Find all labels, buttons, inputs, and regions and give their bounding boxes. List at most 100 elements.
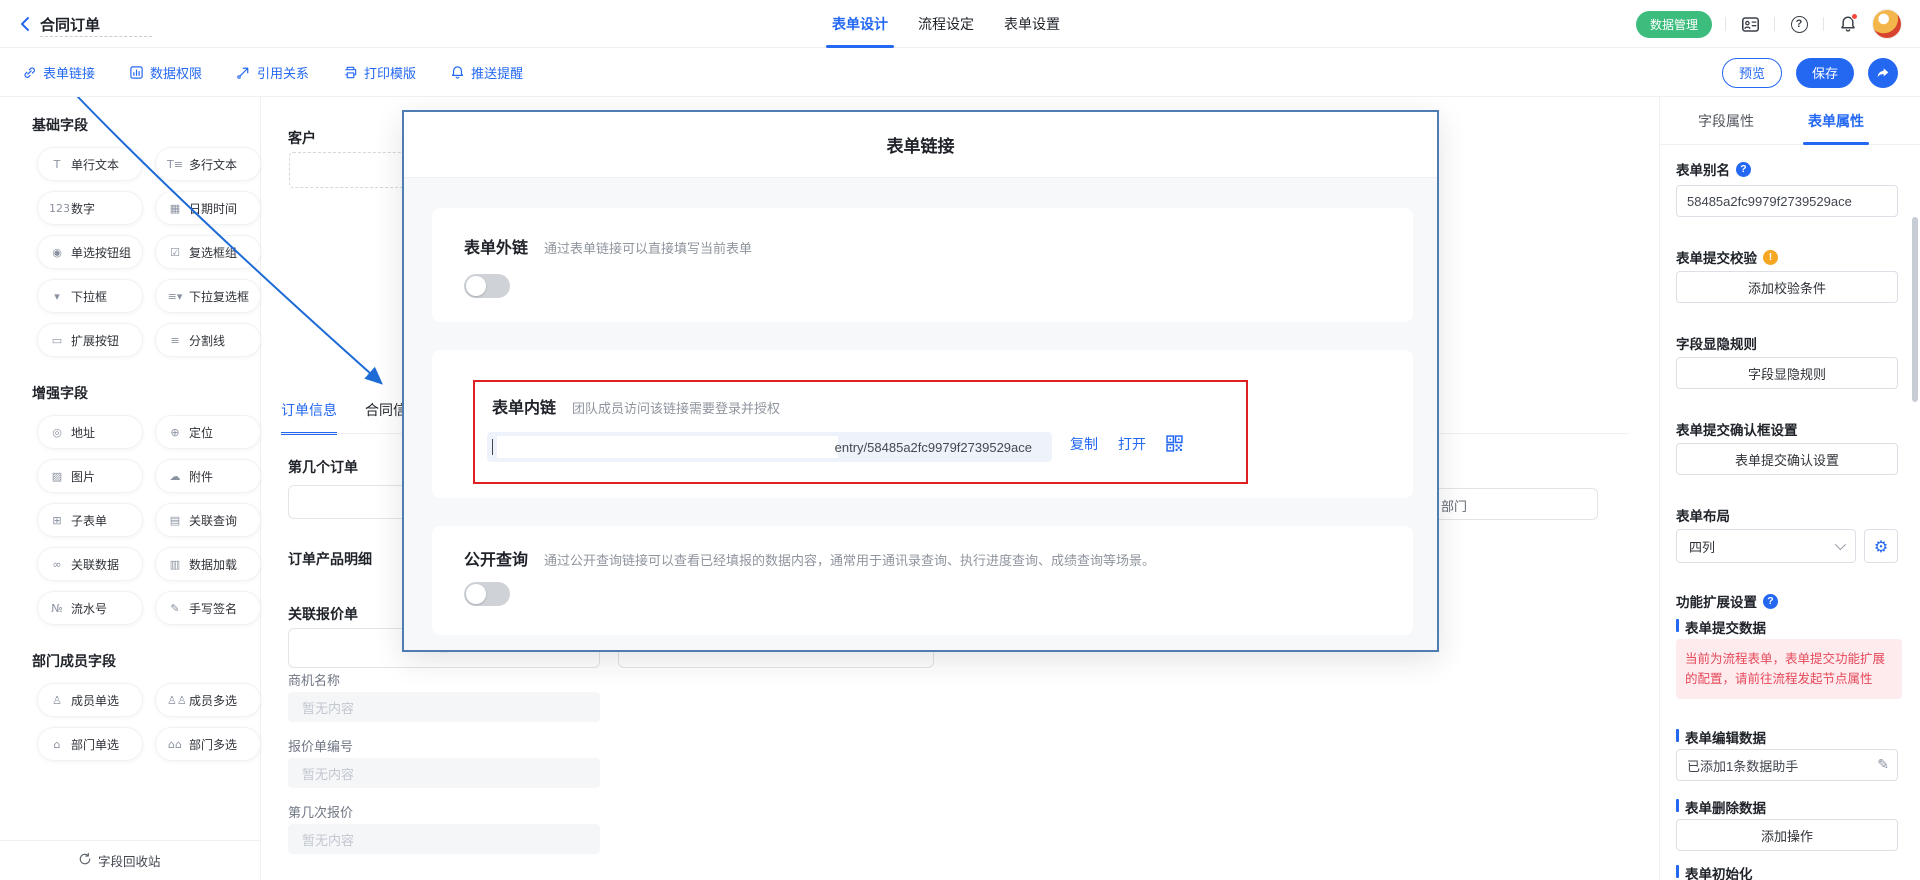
help-icon[interactable]: ? (1736, 162, 1751, 177)
field-item-multi-line-text[interactable]: T≡多行文本 (155, 147, 261, 181)
field-item-location[interactable]: ⊕定位 (155, 415, 261, 449)
layout-label: 表单布局 (1676, 505, 1730, 525)
field-label-order-index: 第几个订单 (288, 457, 358, 477)
field-item-dept-single[interactable]: ⌂部门单选 (37, 727, 143, 761)
field-item-label: 扩展按钮 (71, 332, 119, 349)
field-item-label: 地址 (71, 424, 95, 441)
field-item-single-line-text[interactable]: T单行文本 (37, 147, 143, 181)
field-item-dept-multi[interactable]: ⌂⌂部门多选 (155, 727, 261, 761)
field-item-member-single[interactable]: ♙成员单选 (37, 683, 143, 717)
field-grid: T单行文本 T≡多行文本 123 数字 ▦日期时间 ◉单选按钮组 ☑复选框组 ▾下拉框 ≡▾下拉… (37, 147, 260, 357)
public-query-desc: 通过公开查询链接可以查看已经填报的数据内容，通常用于通讯录查询、执行进度查询、成… (544, 550, 1155, 569)
preview-button[interactable]: 预览 (1722, 58, 1782, 88)
toolbar-item-data-permission[interactable]: 数据权限 (129, 63, 202, 82)
back-icon[interactable] (16, 14, 36, 34)
tab-field-properties[interactable]: 字段属性 (1698, 97, 1754, 145)
warning-icon: ! (1763, 250, 1778, 265)
visibility-rules-button[interactable]: 字段显隐规则 (1676, 357, 1898, 389)
field-item-label: 下拉框 (71, 288, 107, 305)
save-button[interactable]: 保存 (1796, 58, 1854, 88)
qrcode-icon[interactable] (1166, 435, 1183, 455)
external-link-card: 表单外链 通过表单链接可以直接填写当前表单 (432, 208, 1413, 322)
add-operation-button[interactable]: 添加操作 (1676, 819, 1898, 851)
related-data-icon: ∞ (49, 558, 65, 571)
toolbar-item-label: 数据权限 (150, 63, 202, 82)
field-item-member-multi[interactable]: ♙♙成员多选 (155, 683, 261, 717)
page-title[interactable]: 合同订单 (40, 14, 100, 35)
notification-bell-icon[interactable] (1837, 13, 1859, 35)
field-item-subform[interactable]: ⊞子表单 (37, 503, 143, 537)
submit-data-section: 表单提交数据 (1676, 617, 1766, 637)
layout-select[interactable]: 四列 (1676, 529, 1856, 563)
external-link-desc: 通过表单链接可以直接填写当前表单 (544, 238, 752, 257)
field-item-label: 图片 (71, 468, 95, 485)
tab-order-info[interactable]: 订单信息 (281, 400, 337, 435)
header-tab-flow-setting[interactable]: 流程设定 (918, 0, 974, 48)
share-button[interactable] (1868, 58, 1898, 88)
toolbar-item-push-reminder[interactable]: 推送提醒 (450, 63, 523, 82)
field-library-sidebar: 基础字段 T单行文本 T≡多行文本 123 数字 ▦日期时间 ◉单选按钮组 ☑复选框组 ▾下拉框… (0, 97, 261, 880)
toolbar-item-reference-relation[interactable]: 引用关系 (236, 63, 309, 82)
header-tab-form-setting[interactable]: 表单设置 (1004, 0, 1060, 48)
highlight-red-box: 表单内链 团队成员访问该链接需要登录并授权 entry/58485a2fc997… (473, 380, 1248, 484)
field-item-related-data[interactable]: ∞关联数据 (37, 547, 143, 581)
avatar[interactable] (1872, 9, 1902, 39)
help-icon[interactable]: ? (1763, 594, 1778, 609)
field-item-related-query[interactable]: ▤关联查询 (155, 503, 261, 537)
field-item-divider[interactable]: ≡分割线 (155, 323, 261, 357)
field-item-address[interactable]: ◎地址 (37, 415, 143, 449)
field-item-select[interactable]: ▾下拉框 (37, 279, 143, 313)
number-icon: 123 (49, 202, 65, 215)
data-manage-button[interactable]: 数据管理 (1636, 11, 1712, 38)
field-item-number[interactable]: 123 数字 (37, 191, 143, 225)
section-title: 基础字段 (32, 115, 260, 135)
visibility-label: 字段显隐规则 (1676, 333, 1757, 353)
internal-link-input[interactable]: entry/58485a2fc9979f2739529ace (487, 432, 1052, 462)
field-item-attachment[interactable]: ☁附件 (155, 459, 261, 493)
add-validation-button[interactable]: 添加校验条件 (1676, 271, 1898, 303)
delete-data-section: 表单删除数据 (1676, 797, 1766, 817)
readonly-value-2: 暂无内容 (288, 824, 600, 854)
copy-link-button[interactable]: 复制 (1070, 434, 1098, 454)
header-tab-form-design[interactable]: 表单设计 (832, 0, 888, 48)
internal-link-card: 表单内链 团队成员访问该链接需要登录并授权 entry/58485a2fc997… (432, 350, 1413, 498)
tab-form-properties[interactable]: 表单属性 (1808, 97, 1864, 145)
field-item-extend-button[interactable]: ▭扩展按钮 (37, 323, 143, 357)
toolbar-item-form-link[interactable]: 表单链接 (22, 63, 95, 82)
toolbar-item-print-template[interactable]: 打印模版 (343, 63, 416, 82)
top-header: 合同订单 表单设计流程设定表单设置 数据管理 ? (0, 0, 1920, 48)
divider (1725, 17, 1726, 31)
app: 合同订单 表单设计流程设定表单设置 数据管理 ? 表单链接 数据权限 引用关系 打印模… (0, 0, 1920, 880)
field-item-image[interactable]: ▨图片 (37, 459, 143, 493)
contact-card-icon[interactable] (1739, 13, 1761, 35)
divider (1823, 17, 1824, 31)
field-item-datetime[interactable]: ▦日期时间 (155, 191, 261, 225)
alias-input[interactable]: 58485a2fc9979f2739529ace (1676, 185, 1898, 217)
open-link-button[interactable]: 打开 (1118, 434, 1146, 454)
edit-pencil-icon[interactable]: ✎ (1877, 757, 1889, 773)
field-item-checkbox-group[interactable]: ☑复选框组 (155, 235, 261, 269)
edit-data-box[interactable]: 已添加1条数据助手 ✎ (1676, 749, 1898, 781)
panel-scrollbar[interactable] (1912, 217, 1918, 402)
field-recycle-bin[interactable]: 字段回收站 (0, 840, 260, 880)
field-item-radio-group[interactable]: ◉单选按钮组 (37, 235, 143, 269)
help-icon[interactable]: ? (1788, 13, 1810, 35)
field-item-signature[interactable]: ✎手写签名 (155, 591, 261, 625)
field-item-label: 子表单 (71, 512, 107, 529)
relation-icon (236, 65, 251, 80)
data-load-icon: ▥ (167, 558, 183, 571)
external-link-toggle[interactable] (464, 274, 510, 298)
form-group-tabs: 订单信息 合同信息 (281, 400, 421, 435)
field-item-label: 数据加载 (189, 556, 237, 573)
field-item-label: 数字 (71, 200, 95, 217)
attachment-icon: ☁ (167, 470, 183, 483)
datetime-icon: ▦ (167, 202, 183, 215)
public-query-toggle[interactable] (464, 582, 510, 606)
field-item-multi-select[interactable]: ≡▾下拉复选框 (155, 279, 261, 313)
internal-link-title: 表单内链 (492, 394, 556, 418)
member-single-icon: ♙ (49, 694, 65, 707)
layout-gear-button[interactable]: ⚙ (1864, 529, 1898, 563)
submit-confirm-button[interactable]: 表单提交确认设置 (1676, 443, 1898, 475)
field-item-data-load[interactable]: ▥ 数据加载 (155, 547, 261, 581)
field-item-serial-number[interactable]: №流水号 (37, 591, 143, 625)
